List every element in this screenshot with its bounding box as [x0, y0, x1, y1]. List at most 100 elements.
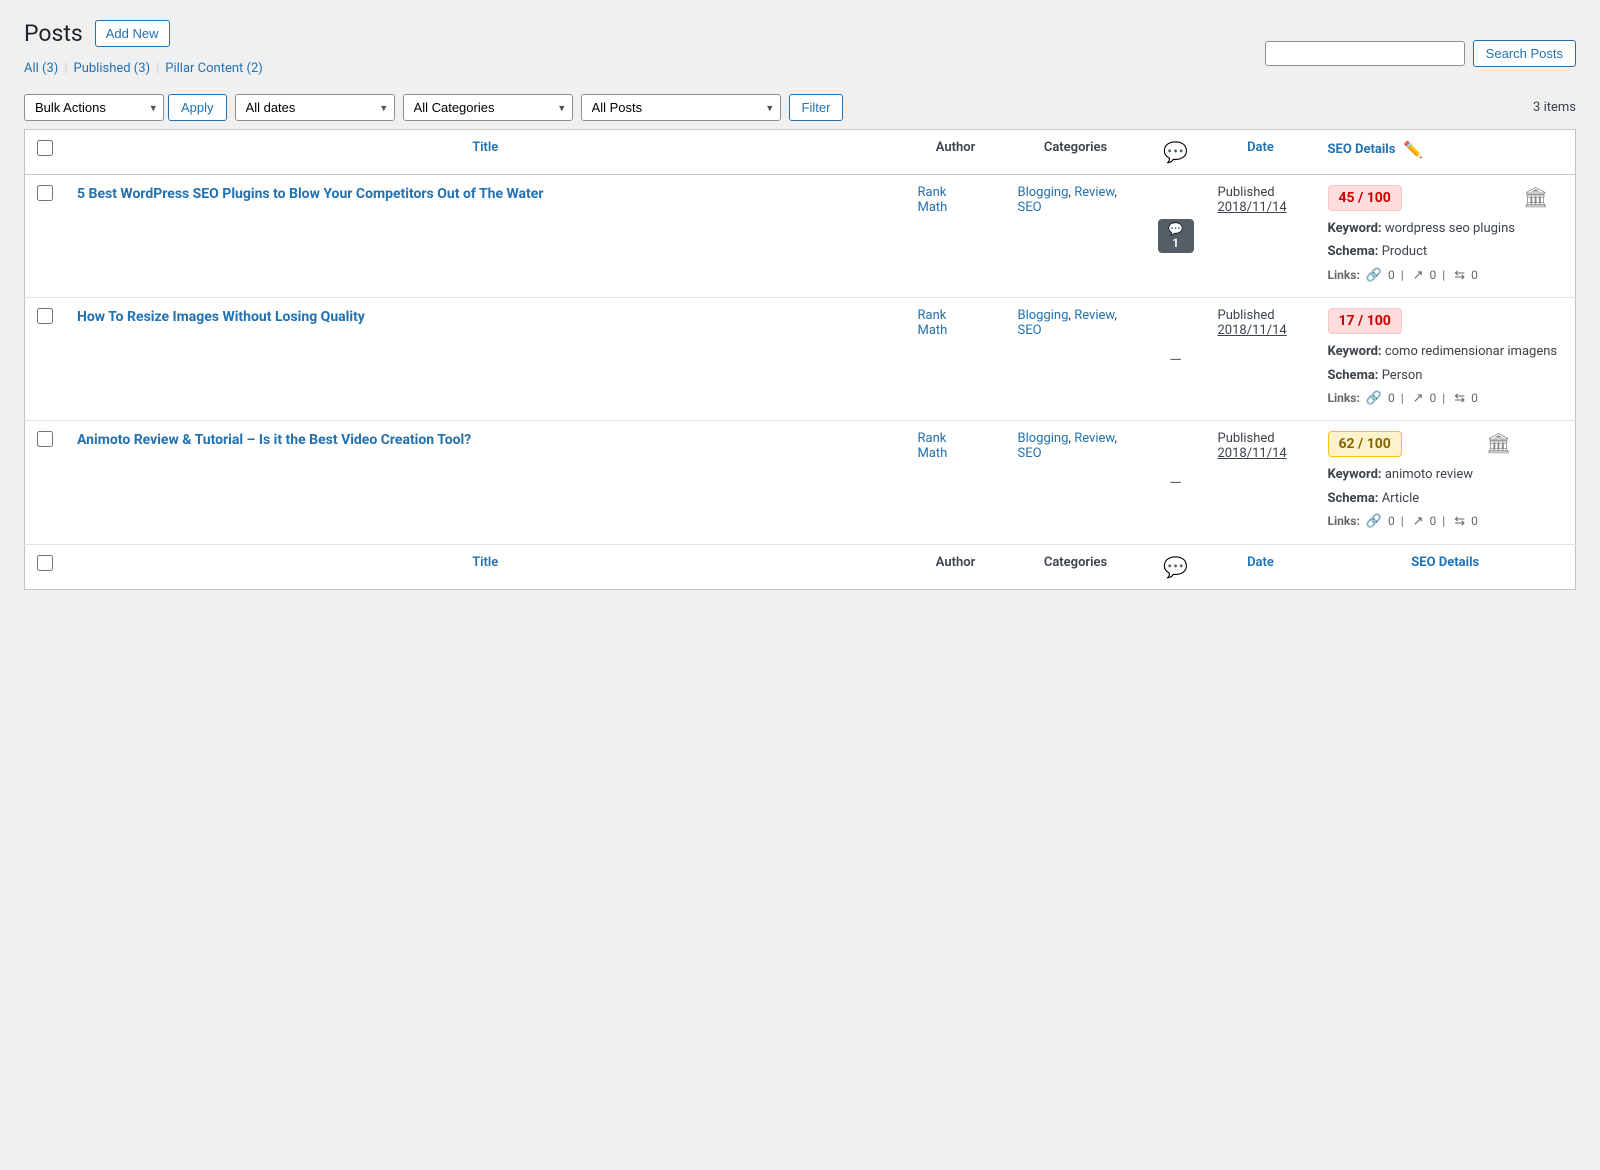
- row3-seo-score: 62 / 100: [1328, 431, 1402, 457]
- row2-seo-keyword: Keyword: como redimensionar imagens: [1328, 340, 1558, 363]
- th-title[interactable]: Title: [65, 130, 906, 175]
- edit-seo-icon[interactable]: ✏️: [1403, 140, 1423, 159]
- search-posts-button[interactable]: Search Posts: [1473, 40, 1576, 67]
- row1-checkbox[interactable]: [37, 185, 53, 201]
- filter-button[interactable]: Filter: [789, 94, 844, 121]
- row3-date-status: Published: [1218, 431, 1275, 446]
- subnav-published[interactable]: Published (3): [74, 61, 151, 76]
- row3-seo-keyword: Keyword: animoto review: [1328, 463, 1478, 486]
- row2-title-link[interactable]: How To Resize Images Without Losing Qual…: [77, 309, 365, 325]
- th-date-link[interactable]: Date: [1247, 140, 1274, 155]
- row3-external-link-icon: ↗: [1413, 514, 1424, 529]
- th-date[interactable]: Date: [1206, 130, 1316, 175]
- top-nav-row: All (3) | Published (3) | Pillar Content…: [24, 61, 1576, 86]
- th-seo-link[interactable]: SEO Details: [1328, 142, 1396, 157]
- row1-author-link[interactable]: RankMath: [918, 185, 948, 215]
- posts-table: Title Author Categories 💬 Date SEO Detai…: [24, 129, 1576, 590]
- row2-comments-cell: —: [1146, 298, 1206, 421]
- row1-cat-seo[interactable]: SEO: [1018, 200, 1042, 215]
- posts-select[interactable]: All Posts: [581, 94, 781, 121]
- foot-date[interactable]: Date: [1206, 544, 1316, 589]
- subnav-pillar[interactable]: Pillar Content (2): [165, 61, 263, 76]
- row1-date-cell: Published 2018/11/14: [1206, 175, 1316, 298]
- row2-internal-link-icon: 🔗: [1366, 391, 1382, 406]
- row3-seo-links: Links: 🔗 0 | ↗ 0 | ⇆ 0: [1328, 510, 1478, 533]
- row2-categories-cell: Blogging, Review, SEO: [1006, 298, 1146, 421]
- row2-no-comments: —: [1169, 350, 1182, 369]
- row2-checkbox[interactable]: [37, 308, 53, 324]
- row2-author-link[interactable]: RankMath: [918, 308, 948, 338]
- row1-internal-link-icon: 🔗: [1366, 268, 1382, 283]
- seo-header-row: SEO Details ✏️: [1328, 140, 1564, 159]
- toolbar: Bulk Actions Apply All dates All Categor…: [24, 94, 1576, 121]
- row1-cat-review[interactable]: Review: [1074, 185, 1114, 200]
- row2-date-value: 2018/11/14: [1218, 323, 1287, 338]
- foot-seo: SEO Details: [1316, 544, 1576, 589]
- subnav-all[interactable]: All (3): [24, 61, 58, 76]
- add-new-button[interactable]: Add New: [95, 20, 170, 47]
- row3-cat-seo[interactable]: SEO: [1018, 446, 1042, 461]
- apply-button[interactable]: Apply: [168, 94, 227, 121]
- categories-select[interactable]: All Categories: [403, 94, 573, 121]
- row3-internal-link-icon: 🔗: [1366, 514, 1382, 529]
- row3-no-comments: —: [1169, 473, 1182, 492]
- row1-seo-details: Keyword: wordpress seo plugins Schema: P…: [1328, 217, 1515, 287]
- foot-title[interactable]: Title: [65, 544, 906, 589]
- row2-checkbox-cell: [25, 298, 66, 421]
- row3-author-link[interactable]: RankMath: [918, 431, 948, 461]
- row3-date-value: 2018/11/14: [1218, 446, 1287, 461]
- table-row: Animoto Review & Tutorial – Is it the Be…: [25, 421, 1576, 544]
- row3-cat-review[interactable]: Review: [1074, 431, 1114, 446]
- row3-categories-cell: Blogging, Review, SEO: [1006, 421, 1146, 544]
- row3-title-link[interactable]: Animoto Review & Tutorial – Is it the Be…: [77, 432, 471, 448]
- foot-date-link[interactable]: Date: [1247, 555, 1274, 570]
- foot-title-link[interactable]: Title: [472, 555, 498, 570]
- table-footer-row: Title Author Categories 💬 Date SEO Detai…: [25, 544, 1576, 589]
- row1-comment-bubble[interactable]: 💬 1: [1158, 219, 1194, 253]
- row1-share-icon: ⇆: [1454, 268, 1465, 283]
- row1-title-link[interactable]: 5 Best WordPress SEO Plugins to Blow You…: [77, 186, 543, 202]
- row1-seo-keyword: Keyword: wordpress seo plugins: [1328, 217, 1515, 240]
- foot-select-all-checkbox[interactable]: [37, 555, 53, 571]
- foot-seo-label: SEO Details: [1411, 555, 1479, 570]
- th-title-link[interactable]: Title: [472, 140, 498, 155]
- th-comments: 💬: [1146, 130, 1206, 175]
- categories-wrapper: All Categories: [403, 94, 573, 121]
- search-area: Search Posts: [1265, 40, 1576, 67]
- row2-external-link-icon: ↗: [1413, 391, 1424, 406]
- row1-author-cell: RankMath: [906, 175, 1006, 298]
- row3-checkbox[interactable]: [37, 431, 53, 447]
- row3-sep1: |: [1401, 514, 1404, 528]
- select-all-checkbox[interactable]: [37, 140, 53, 156]
- row2-title-cell: How To Resize Images Without Losing Qual…: [65, 298, 906, 421]
- row2-cat-seo[interactable]: SEO: [1018, 323, 1042, 338]
- items-count: 3 items: [1533, 100, 1576, 115]
- row2-seo-cell: 17 / 100 Keyword: como redimensionar ima…: [1316, 298, 1576, 421]
- row1-date-value: 2018/11/14: [1218, 200, 1287, 215]
- foot-author: Author: [906, 544, 1006, 589]
- row1-sep2: |: [1442, 268, 1445, 282]
- row1-cat-blogging[interactable]: Blogging: [1018, 185, 1069, 200]
- row2-cat-review[interactable]: Review: [1074, 308, 1114, 323]
- row1-seo-links: Links: 🔗 0 | ↗ 0 | ⇆ 0: [1328, 264, 1515, 287]
- dates-select[interactable]: All dates: [235, 94, 395, 121]
- page-title: Posts: [24, 20, 83, 47]
- dates-wrapper: All dates: [235, 94, 395, 121]
- row1-title-cell: 5 Best WordPress SEO Plugins to Blow You…: [65, 175, 906, 298]
- sep1: |: [64, 61, 67, 76]
- row2-seo-score: 17 / 100: [1328, 308, 1402, 334]
- row1-seo-main: 45 / 100 Keyword: wordpress seo plugins …: [1328, 185, 1515, 287]
- search-input[interactable]: [1265, 41, 1465, 66]
- sep2: |: [156, 61, 159, 76]
- row1-seo-cell: 45 / 100 Keyword: wordpress seo plugins …: [1316, 175, 1576, 298]
- foot-comments-icon: 💬: [1163, 555, 1188, 579]
- row3-seo-schema: Schema: Article: [1328, 487, 1478, 510]
- row2-sep1: |: [1401, 391, 1404, 405]
- row3-author-cell: RankMath: [906, 421, 1006, 544]
- row2-cat-blogging[interactable]: Blogging: [1018, 308, 1069, 323]
- row1-comments-cell: 💬 1: [1146, 175, 1206, 298]
- row3-cat-blogging[interactable]: Blogging: [1018, 431, 1069, 446]
- row2-date-status: Published: [1218, 308, 1275, 323]
- th-checkbox: [25, 130, 66, 175]
- bulk-actions-select[interactable]: Bulk Actions: [24, 94, 164, 121]
